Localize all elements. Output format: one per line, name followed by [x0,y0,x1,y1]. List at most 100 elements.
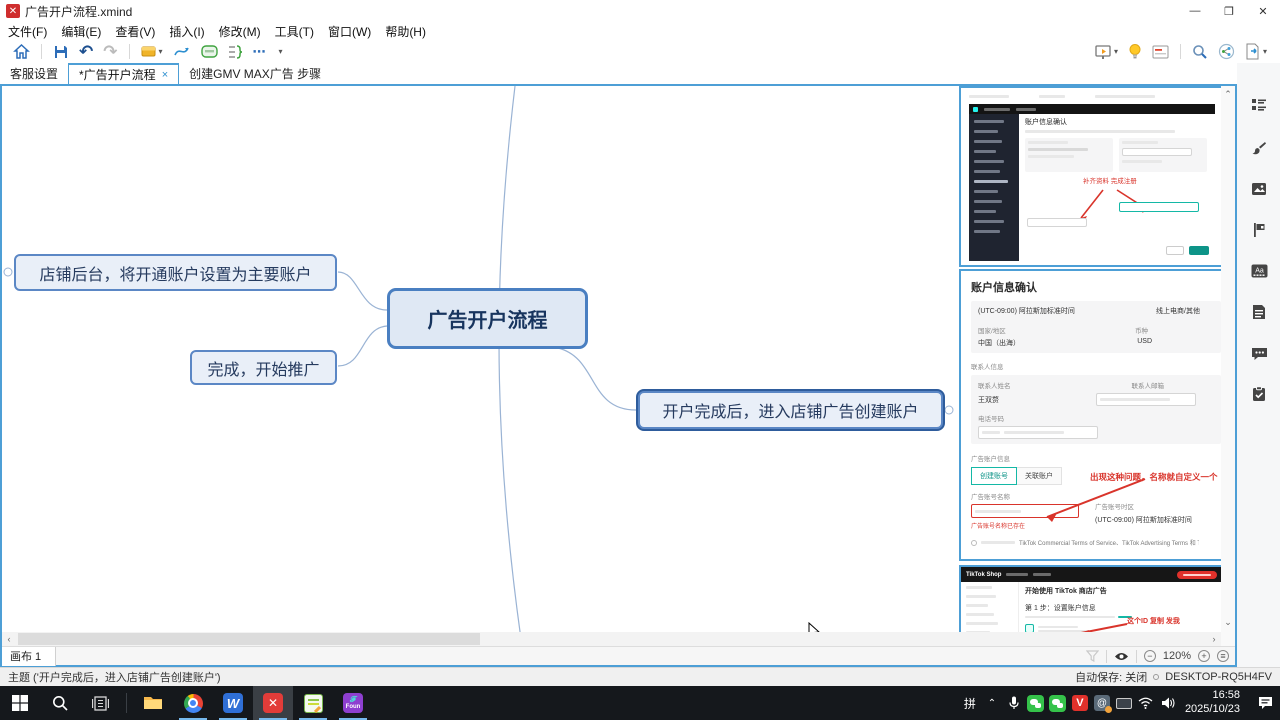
device-name: DESKTOP-RQ5H4FV [1165,671,1272,683]
xmind-app-icon: ✕ [6,4,20,18]
tray-expand-icon[interactable]: ⌃ [981,686,1003,720]
horizontal-scroll-thumb[interactable] [18,633,480,645]
topic-central[interactable]: 广告开户流程 [387,288,588,349]
chrome-button[interactable] [173,686,213,720]
topic-finish-promote[interactable]: 完成，开始推广 [190,350,337,385]
sheet-tab-canvas1[interactable]: 画布 1 [2,647,56,666]
taskbar-search-button[interactable] [40,686,80,720]
scroll-down-icon[interactable]: ⌄ [1221,617,1235,628]
action-center-icon[interactable] [1250,686,1280,720]
lightbulb-icon[interactable] [1128,42,1142,62]
tab-gmv-max[interactable]: 创建GMV MAX广告 步骤 [179,63,331,84]
xmind-taskbar-button[interactable]: ✕ [253,686,293,720]
vertical-scrollbar[interactable]: ⌃ ⌄ [1221,86,1235,646]
presentation-icon[interactable]: ▾ [1094,42,1118,62]
new-sheet-icon[interactable]: ▾ [141,42,163,62]
relationship-icon[interactable] [173,42,191,62]
attached-image-account-confirm-2[interactable]: 账户信息确认 (UTC-09:00) 阿拉斯加标准时间 线上电商/其他 国家/地… [959,269,1233,561]
device-icon[interactable] [1113,686,1135,720]
panel2-contact-name: 王双赘 [978,395,999,405]
zoom-out-icon[interactable]: − [1144,650,1156,662]
menu-tools[interactable]: 工具(T) [275,23,314,40]
marker-flag-icon[interactable] [1250,221,1268,239]
minimize-button[interactable]: — [1178,0,1212,22]
wifi-icon[interactable] [1135,686,1157,720]
red-v-app-icon[interactable]: V [1069,686,1091,720]
boundary-icon[interactable] [201,42,218,62]
scroll-up-icon[interactable]: ⌃ [1221,89,1235,100]
panel2-country: 中国（出海） [978,338,1020,348]
wechat-icon[interactable] [1025,686,1047,720]
search-icon[interactable] [1192,42,1208,62]
eye-icon[interactable] [1114,651,1129,662]
share-icon[interactable] [1218,42,1235,62]
menu-edit[interactable]: 编辑(E) [61,23,101,40]
panel1-modal: 账户信息确认 补齐资料 完成注册 [1019,114,1215,261]
notes-card-icon[interactable] [1152,42,1169,62]
menu-window[interactable]: 窗口(W) [328,23,371,40]
taskbar-clock[interactable]: 16:58 2025/10/23 [1179,689,1250,717]
undo-icon[interactable]: ↶ [79,42,93,62]
home-icon[interactable] [13,42,30,62]
menu-insert[interactable]: 插入(I) [169,23,204,40]
filter-icon[interactable] [1086,650,1099,662]
zoom-level: 120% [1163,650,1191,662]
outline-icon[interactable] [1250,96,1268,114]
notepad-app-button[interactable] [293,686,333,720]
label-aa-icon[interactable]: Aa [1250,262,1268,280]
right-sidebar: Aa [1237,63,1280,667]
foun-app-button[interactable]: 𝓕Foun [333,686,373,720]
panel2-title: 账户信息确认 [971,279,1221,295]
microphone-icon[interactable] [1003,686,1025,720]
export-icon[interactable]: ▾ [1245,42,1267,62]
fit-map-icon[interactable]: ≡ [1217,650,1229,662]
menu-view[interactable]: 查看(V) [115,23,155,40]
panel3-step: 第 1 步：设置账户信息 [1025,603,1216,613]
panel1-sidebar [969,114,1019,261]
save-icon[interactable] [53,42,69,62]
tab-close-icon[interactable]: × [162,69,168,81]
comment-icon[interactable] [1250,344,1268,362]
mail-app-icon[interactable]: @ [1091,686,1113,720]
menu-help[interactable]: 帮助(H) [385,23,426,40]
task-clipboard-icon[interactable] [1250,385,1268,403]
panel2-email-input [1096,393,1196,406]
zoom-in-icon[interactable]: + [1198,650,1210,662]
summary-icon[interactable] [228,42,243,62]
menu-modify[interactable]: 修改(M) [219,23,261,40]
panel2-terms: TikTok Commercial Terms of Service、TikTo… [1019,538,1199,547]
blue-w-app-button[interactable]: W [213,686,253,720]
tab-ad-account-flow[interactable]: *广告开户流程 × [68,63,179,84]
horizontal-scrollbar[interactable]: ‹ › [2,632,1221,646]
close-button[interactable]: ✕ [1246,0,1280,22]
windows-taskbar: W ✕ 𝓕Foun 拼 ⌃ [0,686,1280,720]
mindmap-canvas[interactable]: 店铺后台，将开通账户设置为主要账户 完成，开始推广 广告开户流程 开户完成后，进… [2,86,1235,646]
start-button[interactable] [0,686,40,720]
ime-indicator[interactable]: 拼 [959,686,981,720]
topic-shop-backend[interactable]: 店铺后台，将开通账户设置为主要账户 [14,254,337,291]
redo-icon[interactable]: ↷ [103,42,117,62]
system-tray: 拼 ⌃ V @ 16:58 2025/10 [959,686,1280,720]
notes-icon[interactable] [1250,303,1268,321]
attached-image-account-confirm-1[interactable]: 账户信息确认 补齐资料 完成注册 [959,86,1225,267]
toolbar-dropdown-icon[interactable]: ▾ [277,42,283,62]
wechat-icon-2[interactable] [1047,686,1069,720]
panel2-industry: 线上电商/其他 [1156,306,1200,316]
image-icon[interactable] [1250,180,1268,198]
panel3-annotation: 这个ID 复制 发我 [1127,616,1180,626]
clock-time: 16:58 [1185,689,1240,703]
panel2-timezone: (UTC-09:00) 阿拉斯加标准时间 [978,306,1075,316]
scroll-right-icon[interactable]: › [1207,634,1221,644]
tab-customer-service[interactable]: 客服设置 [0,63,68,84]
volume-icon[interactable] [1157,686,1179,720]
format-brush-icon[interactable] [1250,139,1268,157]
topic-open-account-done[interactable]: 开户完成后，进入店铺广告创建账户 [638,391,943,429]
maximize-button[interactable]: ❐ [1212,0,1246,22]
task-view-button[interactable] [80,686,120,720]
scroll-left-icon[interactable]: ‹ [2,634,16,644]
menu-file[interactable]: 文件(F) [8,23,47,40]
panel1-title: 账户信息确认 [1025,118,1209,127]
clock-date: 2025/10/23 [1185,703,1240,717]
file-explorer-button[interactable] [133,686,173,720]
more-tools-icon[interactable]: ⋯ [253,42,267,62]
